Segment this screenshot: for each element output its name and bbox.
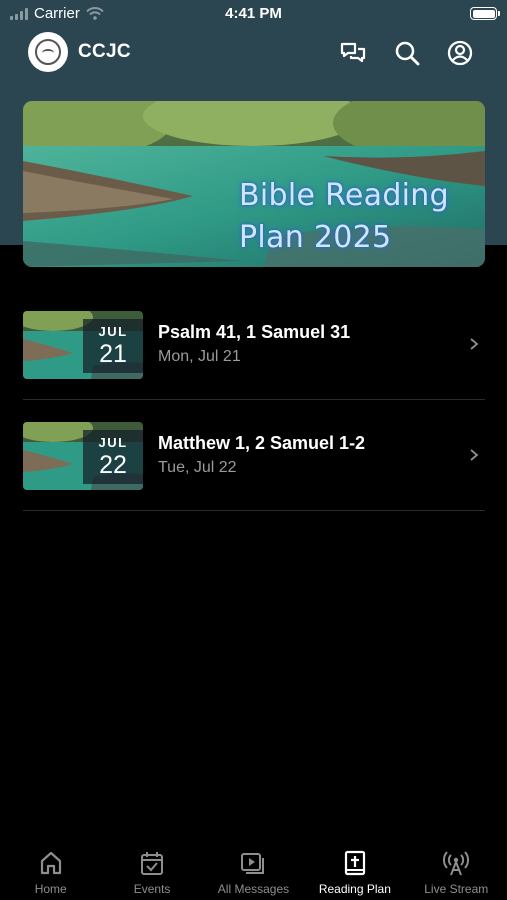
chevron-right-icon [470, 338, 479, 350]
banner-title: Bible Reading Plan 2025 [239, 175, 479, 259]
chat-icon[interactable] [339, 39, 367, 67]
reading-date: Tue, Jul 22 [158, 459, 237, 476]
date-month: JUL [98, 324, 128, 339]
chevron-right-icon [470, 449, 479, 461]
banner-title-line1: Bible Reading [239, 178, 449, 213]
broadcast-icon [443, 851, 470, 876]
reading-title: Psalm 41, 1 Samuel 31 [158, 322, 351, 342]
battery-icon [470, 7, 500, 20]
reading-date: Mon, Jul 21 [158, 348, 241, 365]
date-month: JUL [98, 435, 128, 450]
reading-plan-banner: Bible Reading Plan 2025 [23, 101, 485, 267]
tab-label: Reading Plan [318, 882, 391, 896]
calendar-icon [141, 852, 164, 875]
profile-icon[interactable] [446, 39, 474, 67]
tab-reading-plan[interactable]: Reading Plan [304, 838, 405, 900]
status-time: 4:41 PM [225, 5, 282, 22]
date-badge: JUL 22 [83, 430, 143, 484]
list-item[interactable]: JUL 21 Psalm 41, 1 Samuel 31 Mon, Jul 21 [23, 289, 485, 400]
reading-list: JUL 21 Psalm 41, 1 Samuel 31 Mon, Jul 21… [23, 289, 485, 511]
tab-all-messages[interactable]: All Messages [203, 838, 304, 900]
list-item[interactable]: JUL 22 Matthew 1, 2 Samuel 1-2 Tue, Jul … [23, 400, 485, 511]
banner-title-line2: Plan 2025 [239, 220, 392, 255]
date-day: 22 [99, 451, 127, 479]
reading-thumbnail: JUL 22 [23, 422, 143, 490]
status-bar: Carrier 4:41 PM [0, 0, 507, 28]
date-day: 21 [99, 340, 127, 368]
tab-label: Live Stream [424, 882, 489, 896]
app-title: CCJC [78, 41, 131, 62]
tab-label: Events [133, 882, 171, 896]
home-icon [40, 851, 61, 875]
tab-label: All Messages [217, 882, 290, 896]
date-badge: JUL 21 [83, 319, 143, 373]
tab-events[interactable]: Events [101, 838, 202, 900]
tab-label: Home [34, 882, 67, 896]
search-icon[interactable] [393, 39, 421, 67]
tab-bar: Home Events All Messages Reading Plan Li… [0, 838, 507, 900]
tab-home[interactable]: Home [0, 838, 101, 900]
tab-live-stream[interactable]: Live Stream [406, 838, 507, 900]
video-icon [241, 853, 265, 874]
reading-thumbnail: JUL 21 [23, 311, 143, 379]
navbar: CCJC [0, 30, 507, 76]
reading-title: Matthew 1, 2 Samuel 1-2 [158, 433, 366, 453]
bible-icon [344, 850, 365, 876]
church-logo[interactable] [28, 32, 68, 72]
